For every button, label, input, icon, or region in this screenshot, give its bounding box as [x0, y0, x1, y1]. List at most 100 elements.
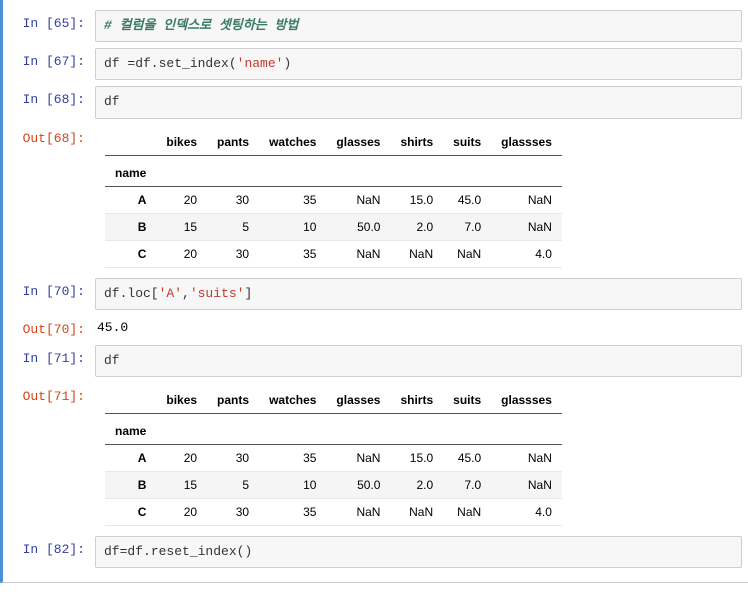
prompt-in: In [68]:	[9, 86, 95, 107]
row-index: A	[105, 444, 156, 471]
code-paren: (	[229, 56, 237, 71]
code-fn: set_index	[159, 56, 229, 71]
code-fn: reset_index	[151, 544, 237, 559]
cell: NaN	[390, 498, 443, 525]
code-cell[interactable]: In [67]: df =df.set_index('name')	[9, 48, 742, 80]
code-cell[interactable]: In [70]: df.loc['A','suits']	[9, 278, 742, 310]
cell: 20	[156, 186, 207, 213]
code-text: df.loc[	[104, 286, 159, 301]
cell: 4.0	[491, 498, 562, 525]
index-name-row: name	[105, 413, 562, 444]
cell: 35	[259, 444, 326, 471]
cell: NaN	[326, 444, 390, 471]
cell: 15.0	[390, 444, 443, 471]
prompt-out: Out[71]:	[9, 383, 95, 404]
cell: 15.0	[390, 186, 443, 213]
row-index: C	[105, 240, 156, 267]
notebook-container: In [65]: # 컬럼을 인덱스로 셋팅하는 방법 In [67]: df …	[0, 0, 748, 583]
code-cell[interactable]: In [82]: df=df.reset_index()	[9, 536, 742, 568]
col-header: pants	[207, 387, 259, 414]
code-text: df	[104, 94, 120, 109]
index-name: name	[105, 155, 156, 186]
table-row: B 15 5 10 50.0 2.0 7.0 NaN	[105, 213, 562, 240]
col-header: glasses	[326, 129, 390, 156]
cell: 50.0	[326, 213, 390, 240]
cell: NaN	[491, 471, 562, 498]
code-text: df=df.	[104, 544, 151, 559]
dataframe-table: bikes pants watches glasses shirts suits…	[105, 129, 562, 268]
cell: 15	[156, 471, 207, 498]
cell: 30	[207, 498, 259, 525]
cell: 5	[207, 213, 259, 240]
code-text: df =df.	[104, 56, 159, 71]
cell: 30	[207, 444, 259, 471]
cell: 5	[207, 471, 259, 498]
code-string: 'suits'	[190, 286, 245, 301]
prompt-in: In [65]:	[9, 10, 95, 31]
cell: 2.0	[390, 471, 443, 498]
cell: 10	[259, 471, 326, 498]
table-header-row: bikes pants watches glasses shirts suits…	[105, 387, 562, 414]
code-string: 'name'	[237, 56, 284, 71]
code-text: df	[104, 353, 120, 368]
code-cell[interactable]: In [71]: df	[9, 345, 742, 377]
code-comment: # 컬럼을 인덱스로 셋팅하는 방법	[104, 18, 299, 33]
row-index: A	[105, 186, 156, 213]
cell: 4.0	[491, 240, 562, 267]
cell: NaN	[491, 186, 562, 213]
code-input[interactable]: df.loc['A','suits']	[95, 278, 742, 310]
cell: 35	[259, 240, 326, 267]
code-input[interactable]: df	[95, 345, 742, 377]
cell: 35	[259, 186, 326, 213]
output-text: 45.0	[95, 316, 742, 339]
index-name: name	[105, 413, 156, 444]
cell: 35	[259, 498, 326, 525]
cell: 30	[207, 186, 259, 213]
col-header: suits	[443, 387, 491, 414]
code-cell[interactable]: In [68]: df	[9, 86, 742, 118]
prompt-in: In [70]:	[9, 278, 95, 299]
col-header: shirts	[390, 129, 443, 156]
row-index: B	[105, 213, 156, 240]
cell: NaN	[443, 498, 491, 525]
col-header: glassses	[491, 387, 562, 414]
cell: NaN	[443, 240, 491, 267]
cell: NaN	[326, 498, 390, 525]
col-header: glassses	[491, 129, 562, 156]
col-header: watches	[259, 387, 326, 414]
cell: 45.0	[443, 186, 491, 213]
prompt-in: In [67]:	[9, 48, 95, 69]
cell: NaN	[326, 240, 390, 267]
col-header: bikes	[156, 129, 207, 156]
code-cell[interactable]: In [65]: # 컬럼을 인덱스로 셋팅하는 방법	[9, 10, 742, 42]
prompt-in: In [82]:	[9, 536, 95, 557]
cell: 7.0	[443, 471, 491, 498]
output-cell: Out[70]: 45.0	[9, 316, 742, 339]
col-header: pants	[207, 129, 259, 156]
cell: 7.0	[443, 213, 491, 240]
cell: 30	[207, 240, 259, 267]
code-input[interactable]: df =df.set_index('name')	[95, 48, 742, 80]
prompt-out: Out[68]:	[9, 125, 95, 146]
cell: 45.0	[443, 444, 491, 471]
cell: 20	[156, 444, 207, 471]
code-input[interactable]: df=df.reset_index()	[95, 536, 742, 568]
cell: 10	[259, 213, 326, 240]
table-row: C 20 30 35 NaN NaN NaN 4.0	[105, 498, 562, 525]
cell: 15	[156, 213, 207, 240]
code-string: 'A'	[159, 286, 182, 301]
code-input[interactable]: df	[95, 86, 742, 118]
code-input[interactable]: # 컬럼을 인덱스로 셋팅하는 방법	[95, 10, 742, 42]
code-paren: )	[283, 56, 291, 71]
code-text: ]	[244, 286, 252, 301]
table-header-row: bikes pants watches glasses shirts suits…	[105, 129, 562, 156]
code-text: ,	[182, 286, 190, 301]
col-header: suits	[443, 129, 491, 156]
cell: NaN	[390, 240, 443, 267]
col-header: glasses	[326, 387, 390, 414]
code-text: ()	[237, 544, 253, 559]
prompt-out: Out[70]:	[9, 316, 95, 337]
cell: NaN	[326, 186, 390, 213]
row-index: C	[105, 498, 156, 525]
table-row: A 20 30 35 NaN 15.0 45.0 NaN	[105, 444, 562, 471]
